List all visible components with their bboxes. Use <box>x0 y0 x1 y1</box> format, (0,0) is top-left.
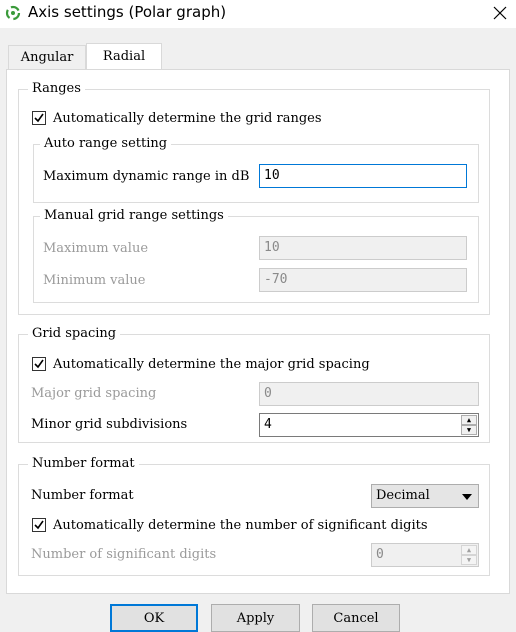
max-dynamic-range-input[interactable]: 10 <box>259 164 467 188</box>
auto-significant-digits-checkbox[interactable] <box>32 518 46 532</box>
spin-down-icon[interactable]: ▼ <box>461 425 477 435</box>
checkmark-icon <box>34 359 44 369</box>
window-title: Axis settings (Polar graph) <box>28 3 227 21</box>
number-format-legend: Number format <box>28 456 139 472</box>
number-format-select[interactable]: Decimal <box>371 484 479 508</box>
minor-grid-subdivisions-label: Minor grid subdivisions <box>31 417 188 432</box>
spin-up-icon[interactable]: ▲ <box>461 545 477 555</box>
auto-range-legend: Auto range setting <box>40 136 172 152</box>
number-format-label: Number format <box>31 488 134 503</box>
max-value-label: Maximum value <box>43 241 149 256</box>
checkmark-icon <box>34 113 44 123</box>
apply-button[interactable]: Apply <box>211 604 300 632</box>
checkmark-icon <box>34 520 44 530</box>
min-value-label: Minimum value <box>43 273 146 288</box>
grid-spacing-legend: Grid spacing <box>28 326 121 342</box>
spin-up-icon[interactable]: ▲ <box>461 415 477 425</box>
auto-ranges-label: Automatically determine the grid ranges <box>53 111 322 126</box>
number-format-value: Decimal <box>376 488 430 503</box>
tab-radial[interactable]: Radial <box>86 43 162 69</box>
max-dynamic-range-label: Maximum dynamic range in dB <box>43 169 250 184</box>
cancel-button[interactable]: Cancel <box>312 604 400 632</box>
max-value-input[interactable]: 10 <box>259 236 467 260</box>
auto-spacing-label: Automatically determine the major grid s… <box>53 357 370 372</box>
major-grid-spacing-label: Major grid spacing <box>31 386 157 401</box>
significant-digits-value: 0 <box>376 547 384 562</box>
dropdown-arrow-icon <box>462 494 472 500</box>
spin-down-icon[interactable]: ▼ <box>461 555 477 565</box>
min-value-input[interactable]: -70 <box>259 268 467 292</box>
app-logo-icon <box>5 5 21 21</box>
auto-significant-digits-label: Automatically determine the number of si… <box>53 518 428 533</box>
significant-digits-stepper[interactable]: 0 ▲ ▼ <box>371 543 479 567</box>
significant-digits-label: Number of significant digits <box>31 547 217 562</box>
close-icon <box>493 6 507 20</box>
ranges-legend: Ranges <box>28 81 85 97</box>
auto-spacing-checkbox[interactable] <box>32 357 46 371</box>
tab-angular[interactable]: Angular <box>8 45 86 69</box>
ok-button[interactable]: OK <box>110 604 198 632</box>
minor-grid-subdivisions-value: 4 <box>264 417 272 432</box>
close-button[interactable] <box>484 0 516 26</box>
major-grid-spacing-input[interactable]: 0 <box>259 382 479 406</box>
auto-ranges-checkbox[interactable] <box>32 111 46 125</box>
manual-range-legend: Manual grid range settings <box>40 208 228 224</box>
minor-grid-subdivisions-stepper[interactable]: 4 ▲ ▼ <box>259 413 479 437</box>
